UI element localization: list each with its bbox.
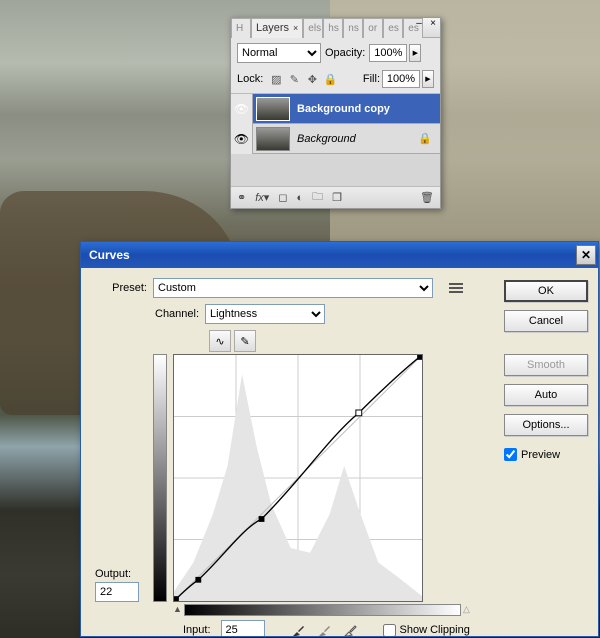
blend-mode-select[interactable]: Normal [237, 43, 321, 63]
layer-row[interactable]: 👁 Background 🔒 [231, 124, 440, 154]
options-button[interactable]: Options... [504, 414, 588, 436]
opacity-input[interactable] [369, 44, 407, 62]
layer-thumbnail[interactable] [256, 97, 290, 121]
layer-spacer [231, 154, 440, 186]
visibility-toggle-icon[interactable]: 👁 [231, 124, 253, 154]
dialog-title: Curves [89, 248, 130, 262]
preset-select[interactable]: Custom [153, 278, 433, 298]
white-point-slider[interactable]: △ [463, 604, 470, 615]
lock-transparency-icon[interactable]: ▨ [268, 71, 284, 87]
tab-layers-label: Layers [256, 22, 289, 34]
tab-layers[interactable]: Layers × [251, 18, 303, 38]
blend-row: Normal Opacity: ▶ [231, 38, 440, 68]
panel-close-icon[interactable]: × [428, 18, 438, 29]
close-button[interactable]: ✕ [576, 245, 596, 265]
tab-history[interactable]: H [231, 18, 251, 38]
curve-point[interactable] [356, 410, 362, 416]
panel-minimize-icon[interactable]: – [414, 18, 424, 29]
titlebar[interactable]: Curves ✕ [81, 242, 598, 268]
fill-flyout-icon[interactable]: ▶ [422, 70, 434, 88]
group-icon[interactable]: 🗀 [312, 188, 323, 207]
fill-label: Fill: [363, 73, 380, 85]
layer-row[interactable]: 👁 Background copy [231, 94, 440, 124]
curve-point[interactable] [195, 577, 201, 583]
layer-mask-icon[interactable]: ◻ [278, 191, 287, 204]
auto-button[interactable]: Auto [504, 384, 588, 406]
curves-graph[interactable] [173, 354, 423, 602]
curve-draw-icon[interactable]: ∿ [209, 330, 231, 352]
fill-input[interactable] [382, 70, 420, 88]
layer-list: 👁 Background copy 👁 Background 🔒 [231, 94, 440, 186]
show-clipping-checkbox[interactable] [383, 624, 396, 637]
channel-label: Channel: [155, 308, 199, 320]
lock-pixels-icon[interactable]: ✎ [286, 71, 302, 87]
horizontal-gradient-strip [184, 604, 461, 616]
panel-footer: ⚭ fx▾ ◻ ◐ 🗀 ❐ 🗑 [231, 186, 440, 208]
gray-eyedropper-icon[interactable] [315, 620, 335, 637]
cancel-button[interactable]: Cancel [504, 310, 588, 332]
preset-label: Preset: [95, 282, 147, 294]
new-layer-icon[interactable]: ❐ [332, 191, 342, 204]
lock-row: Lock: ▨ ✎ ✥ 🔒 Fill: ▶ [231, 68, 440, 94]
tab-close-icon[interactable]: × [293, 23, 298, 33]
visibility-toggle-icon[interactable]: 👁 [231, 94, 253, 124]
tab-channels[interactable]: els [303, 18, 323, 38]
curve-point[interactable] [259, 516, 265, 522]
curve-pencil-icon[interactable]: ✎ [234, 330, 256, 352]
opacity-flyout-icon[interactable]: ▶ [409, 44, 421, 62]
preview-label: Preview [521, 449, 560, 461]
link-layers-icon[interactable]: ⚭ [237, 191, 246, 204]
tab-actions[interactable]: ns [343, 18, 363, 38]
ok-button[interactable]: OK [504, 280, 588, 302]
preview-checkbox[interactable] [504, 448, 517, 461]
tab-swatches[interactable]: es [383, 18, 403, 38]
black-eyedropper-icon[interactable] [289, 620, 309, 637]
black-point-slider[interactable]: ▲ [173, 604, 182, 614]
input-input[interactable] [221, 620, 265, 637]
tab-paths[interactable]: hs [323, 18, 343, 38]
layer-name[interactable]: Background copy [293, 103, 390, 115]
layer-thumbnail[interactable] [256, 127, 290, 151]
layers-panel: H Layers× els hs ns or es es – × Normal … [230, 17, 441, 209]
lock-icon: 🔒 [418, 132, 432, 145]
trash-icon[interactable]: 🗑 [420, 191, 434, 204]
show-clipping-label: Show Clipping [400, 624, 470, 636]
channel-select[interactable]: Lightness [205, 304, 325, 324]
layer-name[interactable]: Background [293, 133, 356, 145]
tab-color[interactable]: or [363, 18, 383, 38]
output-label: Output: [95, 568, 149, 580]
curves-dialog: Curves ✕ Preset: Custom Channel: Lightne… [80, 241, 599, 637]
lock-all-icon[interactable]: 🔒 [322, 71, 338, 87]
smooth-button: Smooth [504, 354, 588, 376]
input-label: Input: [183, 624, 211, 636]
lock-position-icon[interactable]: ✥ [304, 71, 320, 87]
curve-endpoint[interactable] [417, 355, 422, 360]
curve-endpoint[interactable] [174, 596, 179, 601]
lock-label: Lock: [237, 73, 263, 85]
preset-menu-icon[interactable] [447, 279, 465, 297]
adjustment-layer-icon[interactable]: ◐ [296, 192, 303, 204]
dialog-body: Preset: Custom Channel: Lightness ∿ ✎ Ou… [81, 268, 598, 636]
output-input[interactable] [95, 582, 139, 602]
vertical-gradient-strip [153, 354, 167, 602]
panel-tabbar: H Layers× els hs ns or es es – × [231, 18, 440, 38]
opacity-label: Opacity: [325, 47, 365, 59]
layer-fx-icon[interactable]: fx▾ [255, 191, 269, 204]
white-eyedropper-icon[interactable] [341, 620, 361, 637]
